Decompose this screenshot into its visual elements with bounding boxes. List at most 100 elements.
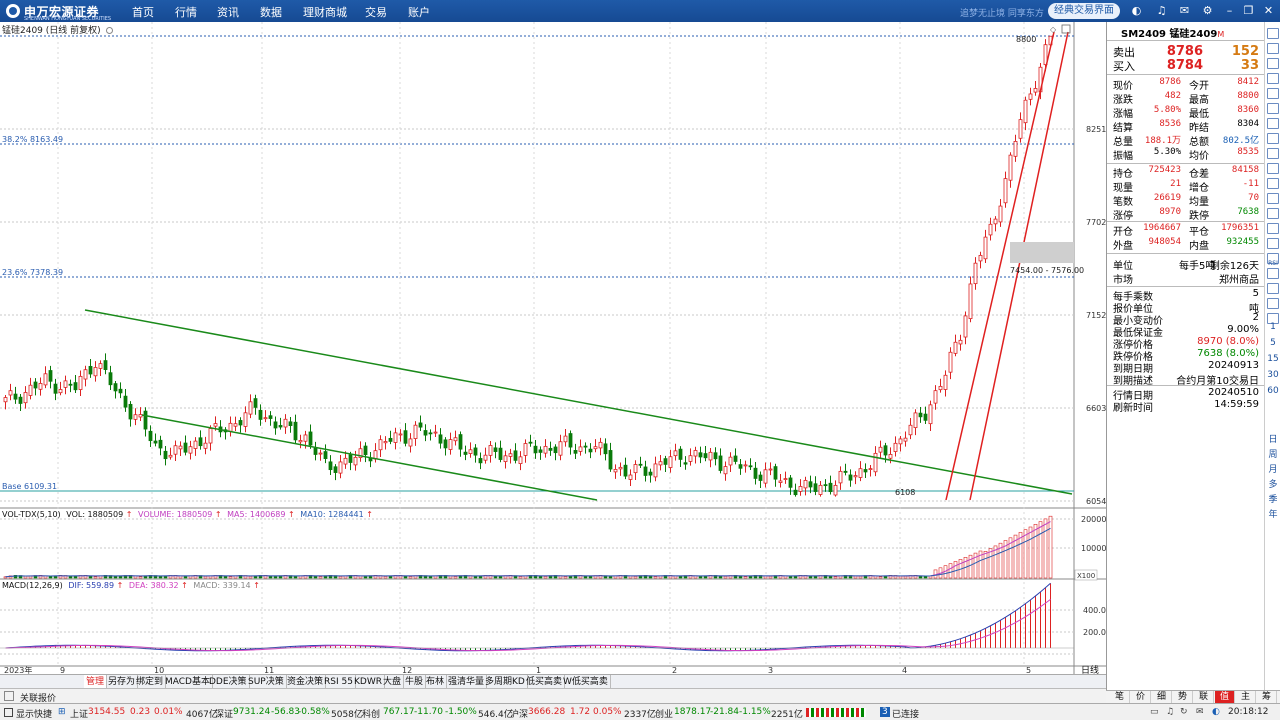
period-minute-30[interactable]: 30 xyxy=(1265,370,1280,380)
nav-data[interactable]: 数据 xyxy=(260,4,282,20)
y-tick-macd: 200.0 xyxy=(1083,628,1106,637)
x-axis-label: 3 xyxy=(768,666,773,674)
zoom-icon[interactable] xyxy=(1267,43,1279,54)
tab-bollinger[interactable]: 布林 xyxy=(424,675,448,689)
close-icon[interactable]: ✕ xyxy=(1262,4,1275,17)
headset-icon[interactable]: ♫ xyxy=(1155,4,1168,17)
contract-info-row: 报价单位吨 xyxy=(1113,304,1259,315)
tab-w-low-buy[interactable]: W低买高卖 xyxy=(561,675,611,689)
brand-logo: 申万宏源证券 SHENWAN HONGYUAN SECURITIES xyxy=(6,2,111,22)
period-tool[interactable]: 季 xyxy=(1265,492,1280,505)
chart-option-icon[interactable]: ◇ xyxy=(1050,25,1057,34)
grid-icon[interactable] xyxy=(4,708,13,717)
period-tool[interactable]: 月 xyxy=(1265,462,1280,475)
market-row: 市场 郑州商品 xyxy=(1113,275,1259,286)
period-tool[interactable]: 年 xyxy=(1265,507,1280,520)
quote-stat-row: 外盘 948054 内盘 932455 xyxy=(1113,237,1259,252)
period-tool[interactable]: 日 xyxy=(1265,432,1280,445)
tab-sup[interactable]: SUP决策 xyxy=(246,675,287,689)
line-icon[interactable] xyxy=(1267,73,1279,84)
period-tool[interactable]: 周 xyxy=(1265,447,1280,460)
relations-bar: 关联报价 xyxy=(0,688,1106,704)
tab-qqhl[interactable]: 强清华量 xyxy=(446,675,488,689)
contract-info-row: 到期描述 合约月第10交易日 xyxy=(1113,376,1259,387)
gap-box-label: 7454.00 - 7576.00 xyxy=(1010,266,1084,275)
tray-icon[interactable]: ◐ xyxy=(1212,707,1220,717)
tab-fund[interactable]: 资金决策 xyxy=(285,675,327,689)
move-icon[interactable] xyxy=(1267,268,1279,279)
tool-icon[interactable] xyxy=(1267,208,1279,219)
draw-icon[interactable] xyxy=(1267,103,1279,114)
minus-icon[interactable] xyxy=(1267,58,1279,69)
tab-macd-basic[interactable]: MACD基本 xyxy=(163,675,213,689)
rsi-tool[interactable]: RSI xyxy=(1265,260,1280,267)
contract-info-row: 最小变动价 2 xyxy=(1113,312,1259,327)
tray-icon[interactable]: ♫ xyxy=(1166,707,1174,717)
nav-news[interactable]: 资讯 xyxy=(217,4,239,20)
tab-manage[interactable]: 管理 xyxy=(84,675,108,689)
x-axis-label: 2 xyxy=(672,666,677,674)
tab-rsi55[interactable]: RSI 55 xyxy=(322,675,356,689)
quote-stat-row: 涨跌 482 最高 8800 xyxy=(1113,91,1259,106)
y-tick-main: 6603 xyxy=(1086,404,1106,413)
expand-icon[interactable] xyxy=(4,691,14,701)
kline-chart-area[interactable]: 38.2% 8163.49 23.6% 7378.39 Base 6109.31… xyxy=(0,22,1106,674)
tab-dapan[interactable]: 大盘 xyxy=(381,675,405,689)
status-bar: 显示快捷 ⊞ 上证 3154.55 0.23 0.01% 4067亿 深证 97… xyxy=(0,703,1280,720)
period-minute-1[interactable]: 1 xyxy=(1265,322,1280,332)
gear-icon[interactable]: ⚙ xyxy=(1201,4,1214,17)
tab-bind-to[interactable]: 绑定到 xyxy=(134,675,167,689)
chart-icon[interactable] xyxy=(1267,88,1279,99)
layer-icon[interactable] xyxy=(1267,193,1279,204)
low-label: 6108 xyxy=(895,488,915,497)
menu-icon[interactable] xyxy=(1267,28,1279,39)
kline-chart[interactable]: 38.2% 8163.49 23.6% 7378.39 Base 6109.31… xyxy=(0,22,1106,674)
right-panel-tabs: 笔价细势联值主筹 xyxy=(1106,690,1280,704)
tab-dde[interactable]: DDE决策 xyxy=(207,675,250,689)
macd-dif-value: DIF: 559.89 xyxy=(68,581,114,590)
period-minute-60[interactable]: 60 xyxy=(1265,386,1280,396)
tray-icon[interactable]: ▭ xyxy=(1150,707,1159,717)
period-tool[interactable]: 多 xyxy=(1265,477,1280,490)
tab-niugu[interactable]: 牛股 xyxy=(403,675,427,689)
nav-home[interactable]: 首页 xyxy=(132,4,154,20)
minimize-icon[interactable]: – xyxy=(1223,4,1236,17)
tab-multi-kd[interactable]: 多周期KD xyxy=(483,675,528,689)
nav-quotes[interactable]: 行情 xyxy=(175,4,197,20)
grid-icon[interactable] xyxy=(1267,298,1279,309)
chart-settings-icon[interactable] xyxy=(105,27,113,34)
x-axis-label: 9 xyxy=(60,666,65,674)
tray-icon[interactable]: ✉ xyxy=(1196,707,1204,717)
classic-trade-button[interactable]: 经典交易界面 xyxy=(1048,3,1120,19)
period-minute-5[interactable]: 5 xyxy=(1265,338,1280,348)
restore-icon[interactable]: ❐ xyxy=(1242,4,1255,17)
pen-icon[interactable] xyxy=(1267,283,1279,294)
vol-value: VOL: 1880509 xyxy=(66,510,123,519)
y-tick-main: 7702 xyxy=(1086,218,1106,227)
vol-ma5: MA5: 1400689 xyxy=(227,510,285,519)
mail-icon[interactable]: ✉ xyxy=(1178,4,1191,17)
tray-icon[interactable]: ↻ xyxy=(1180,707,1188,717)
quote-stat-row: 持仓 725423 仓差 84158 xyxy=(1113,165,1259,180)
text-icon[interactable] xyxy=(1267,223,1279,234)
wave-icon[interactable] xyxy=(1267,163,1279,174)
period-minute-15[interactable]: 15 xyxy=(1265,354,1280,364)
quick-toggle[interactable]: 显示快捷 xyxy=(16,707,52,720)
svg-text:MACD(12,26,9) DIF: 559: MACD(12,26,9) DIF: 559.89 ↑ DEA: 380.32 … xyxy=(2,581,260,590)
chart-expand-icon[interactable] xyxy=(1061,24,1071,34)
bar-icon[interactable] xyxy=(1267,148,1279,159)
contract-title: SM2409 锰硅2409M xyxy=(1121,29,1225,40)
box-icon[interactable] xyxy=(1267,118,1279,129)
tab-low-buy[interactable]: 低买高卖 xyxy=(524,675,566,689)
period-label[interactable]: 日线 xyxy=(1081,664,1099,674)
nav-wealth[interactable]: 理财商城 xyxy=(303,4,347,20)
quote-stat-row: 涨停 8970 跌停 7638 xyxy=(1113,207,1259,222)
nav-account[interactable]: 账户 xyxy=(408,4,430,20)
flag-icon[interactable] xyxy=(1267,238,1279,249)
fit-icon[interactable] xyxy=(1267,133,1279,144)
cloud-icon[interactable]: ◐ xyxy=(1130,4,1143,17)
brand-mark-icon xyxy=(6,4,20,18)
nav-trade[interactable]: 交易 xyxy=(365,4,387,20)
market-breadth-bar xyxy=(806,708,866,717)
table-icon[interactable] xyxy=(1267,178,1279,189)
